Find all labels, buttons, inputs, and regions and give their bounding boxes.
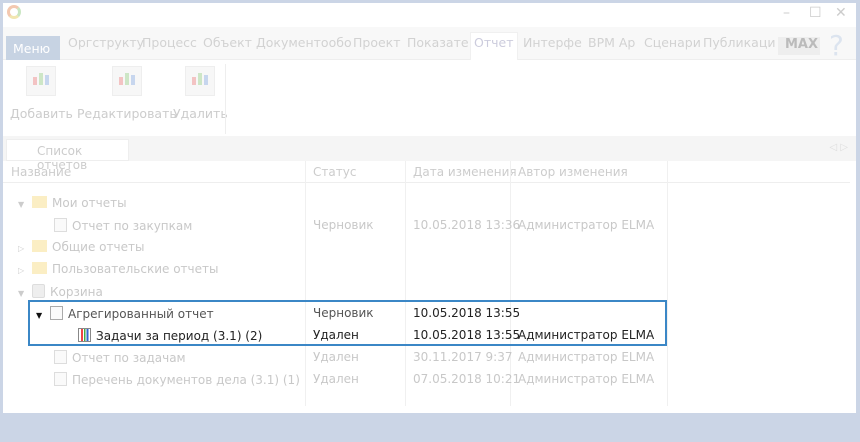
table-row[interactable]: ▼ Мои отчеты	[3, 192, 850, 214]
help-icon[interactable]: ?	[829, 29, 844, 62]
menu-button[interactable]: Меню	[6, 36, 60, 60]
expand-icon[interactable]: ▷	[18, 244, 32, 253]
row-status: Удален	[313, 372, 359, 386]
row-name: Отчет по закупкам	[72, 219, 193, 233]
tab-publications[interactable]: Публикаци	[703, 35, 775, 50]
add-label: Добавить	[10, 106, 73, 121]
bottom-bar	[0, 413, 860, 442]
row-name: Общие отчеты	[52, 240, 145, 254]
row-name: Мои отчеты	[52, 196, 127, 210]
delete-label: Удалить	[173, 106, 228, 121]
row-name: Перечень документов дела (3.1) (1)	[72, 373, 300, 387]
delete-report-icon	[185, 66, 216, 96]
edit-report-icon	[111, 66, 142, 96]
tab-indicators[interactable]: Показате	[407, 35, 469, 50]
close-button[interactable]: ✕	[835, 5, 847, 21]
table-row[interactable]: ▷ Пользовательские отчеты	[3, 258, 850, 280]
delete-button[interactable]: Удалить	[173, 66, 228, 121]
tab-documents[interactable]: Документообо	[256, 35, 352, 50]
report-icon	[54, 218, 67, 232]
add-button[interactable]: Добавить	[10, 66, 73, 121]
tab-report[interactable]: Отчет	[474, 35, 513, 50]
row-name: Отчет по задачам	[72, 351, 186, 365]
folder-icon	[32, 262, 47, 274]
add-report-icon	[26, 66, 57, 96]
row-author: Администратор ELMA	[518, 218, 655, 232]
row-date: 30.11.2017 9:37	[413, 350, 513, 364]
header-author[interactable]: Автор изменения	[513, 161, 633, 182]
report-icon	[54, 350, 67, 364]
header-name[interactable]: Название	[6, 161, 76, 182]
edit-label: Редактировать	[77, 106, 177, 121]
highlight-box	[28, 300, 667, 346]
row-author: Администратор ELMA	[518, 350, 655, 364]
row-name: Корзина	[50, 285, 103, 299]
table-row[interactable]: Отчет по задачам Удален 30.11.2017 9:37 Адм…	[3, 346, 850, 368]
table-row[interactable]: Перечень документов дела (3.1) (1) Удален…	[3, 368, 850, 390]
title-bar: – ☐ ✕	[3, 3, 856, 27]
row-status: Черновик	[313, 218, 374, 232]
tab-scroll-arrows[interactable]: ◁ ▷	[829, 142, 848, 153]
tab-interface[interactable]: Интерфе	[523, 35, 582, 50]
minimize-button[interactable]: –	[783, 5, 790, 21]
tab-project[interactable]: Проект	[353, 35, 401, 50]
table-header: Название Статус Дата изменения Автор изм…	[3, 161, 850, 183]
elma-logo-icon	[7, 5, 21, 19]
report-icon	[54, 372, 67, 386]
table-row[interactable]: ▷ Общие отчеты	[3, 236, 850, 258]
max-badge[interactable]: MAX	[778, 37, 820, 55]
row-author: Администратор ELMA	[518, 372, 655, 386]
header-date[interactable]: Дата изменения	[408, 161, 522, 182]
edit-button[interactable]: Редактировать	[77, 66, 177, 121]
expand-icon[interactable]: ▷	[18, 266, 32, 275]
tab-object[interactable]: Объект	[203, 35, 252, 50]
reports-table: Название Статус Дата изменения Автор изм…	[3, 161, 850, 406]
document-tabs: Список отчетов ◁ ▷	[3, 136, 856, 172]
maximize-button[interactable]: ☐	[809, 5, 822, 21]
header-status[interactable]: Статус	[308, 161, 361, 182]
ribbon-separator	[225, 64, 226, 134]
tab-bpm-apps[interactable]: BPM Ap	[588, 35, 635, 50]
folder-icon	[32, 240, 47, 252]
tab-report-list[interactable]: Список отчетов	[6, 139, 129, 172]
table-row[interactable]: ▼ Корзина	[3, 280, 850, 302]
tab-scenarios[interactable]: Сценари	[644, 35, 701, 50]
menu-tabs: Меню Оргструкту Процесс Объект Документо…	[3, 27, 856, 62]
trash-icon	[32, 284, 45, 298]
tab-process[interactable]: Процесс	[142, 35, 197, 50]
ribbon: Добавить Редактировать Удалить	[3, 60, 856, 138]
collapse-icon[interactable]: ▼	[18, 289, 32, 298]
row-status: Удален	[313, 350, 359, 364]
table-row[interactable]: Отчет по закупкам Черновик 10.05.2018 13:3…	[3, 214, 850, 236]
collapse-icon[interactable]: ▼	[18, 200, 32, 209]
row-date: 10.05.2018 13:36	[413, 218, 521, 232]
row-date: 07.05.2018 10:21	[413, 372, 521, 386]
tab-orgstructure[interactable]: Оргструкту	[68, 35, 144, 50]
folder-icon	[32, 196, 47, 208]
row-name: Пользовательские отчеты	[52, 262, 219, 276]
